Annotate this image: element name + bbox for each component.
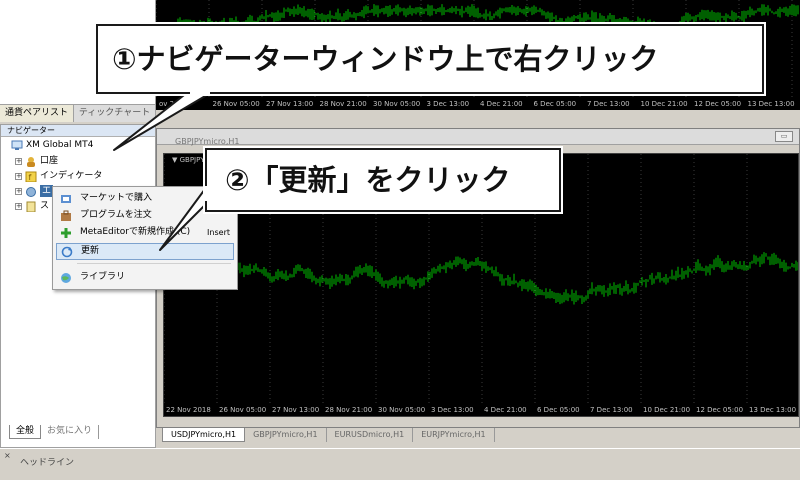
mt4-window: 通貨ペアリスト ティックチャート ov 201826 Nov 05:0027 N… — [0, 0, 800, 480]
callout-2-joint — [205, 186, 210, 201]
callout-step-2: ②「更新」をクリック — [205, 148, 561, 212]
callout-2-pointer — [159, 184, 209, 251]
callout-1-pointer — [113, 91, 213, 151]
callout-1-joint — [190, 90, 210, 94]
callout-step-1: ①ナビゲーターウィンドウ上で右クリック — [96, 24, 764, 94]
